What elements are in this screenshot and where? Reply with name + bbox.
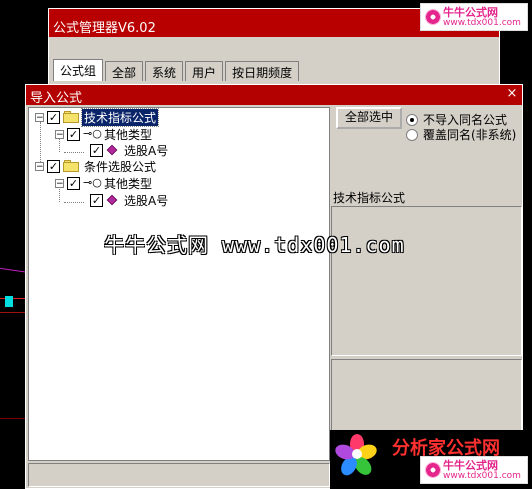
chart-grid-line <box>0 418 26 419</box>
tree-node-label: 条件选股公式 <box>84 159 157 174</box>
chart-line-red-2 <box>0 312 26 313</box>
dialog-title: 导入公式 <box>26 85 522 106</box>
collapse-toggle[interactable]: − <box>55 178 64 188</box>
tab-all[interactable]: 全部 <box>105 61 144 81</box>
site-logo-bottom-small: 牛牛公式网 www.tdx001.com <box>420 456 528 484</box>
tab-user[interactable]: 用户 <box>185 61 224 81</box>
formula-diamond-icon <box>106 194 118 206</box>
checkbox[interactable]: ✓ <box>47 110 60 124</box>
tab-system[interactable]: 系统 <box>145 61 184 81</box>
folder-icon <box>63 111 79 123</box>
formula-manager-tabs: 公式组 全部 系统 用户 按日期频度 <box>53 59 301 81</box>
checkbox[interactable]: ✓ <box>67 176 80 190</box>
chart-line-red <box>0 298 26 299</box>
tree-node-other-type-2[interactable]: − ✓ ⊸○ 其他类型 <box>55 175 154 191</box>
radio-label: 覆盖同名(非系统) <box>423 128 517 142</box>
logo-bottom-url: www.tdx001.com <box>443 471 521 481</box>
chart-candle <box>5 296 13 307</box>
collapse-toggle[interactable]: − <box>35 161 44 171</box>
flower-icon <box>425 9 441 25</box>
tab-formula-group[interactable]: 公式组 <box>53 59 104 81</box>
tree-node-tech-indicator[interactable]: − ✓ 技术指标公式 <box>35 107 160 127</box>
tree-node-other-type[interactable]: − ✓ ⊸○ 其他类型 <box>55 126 154 142</box>
formula-diamond-icon <box>106 144 118 156</box>
radio-dot[interactable] <box>406 128 418 141</box>
formula-tree[interactable]: − ✓ 技术指标公式 − ✓ ⊸○ 其他类型 ✓ 选股A号 − ✓ 条件选股公式… <box>28 107 330 461</box>
watermark-text: 牛牛公式网 www.tdx001.com <box>104 233 405 257</box>
checkbox[interactable]: ✓ <box>47 159 60 173</box>
tree-node-label: 选股A号 <box>124 193 169 208</box>
checkbox[interactable]: ✓ <box>90 143 103 157</box>
key-icon: ⊸○ <box>83 176 102 189</box>
folder-icon <box>63 160 79 172</box>
tree-node-formula-a[interactable]: ✓ 选股A号 <box>87 142 170 158</box>
status-bar <box>28 463 330 487</box>
key-icon: ⊸○ <box>83 127 102 140</box>
tree-node-label: 其他类型 <box>104 176 153 191</box>
tree-node-label: 选股A号 <box>124 143 169 158</box>
logo-top-url: www.tdx001.com <box>443 18 521 28</box>
collapse-toggle[interactable]: − <box>55 129 64 139</box>
checkbox[interactable]: ✓ <box>67 127 80 141</box>
tree-node-label: 其他类型 <box>104 127 153 142</box>
site-logo-top: 牛牛公式网 www.tdx001.com <box>420 3 528 31</box>
import-formula-dialog: 导入公式 × − ✓ 技术指标公式 − ✓ ⊸○ 其他类型 ✓ 选股A号 − ✓ <box>25 84 523 489</box>
radio-dot[interactable] <box>406 113 418 126</box>
tree-node-condition-select[interactable]: − ✓ 条件选股公式 <box>35 158 158 174</box>
tree-node-label: 技术指标公式 <box>80 107 160 127</box>
flower-icon <box>425 462 441 478</box>
close-button[interactable]: × <box>504 87 520 102</box>
tree-node-formula-a-2[interactable]: ✓ 选股A号 <box>87 192 170 208</box>
collapse-toggle[interactable]: − <box>35 112 44 122</box>
tab-by-date-frequency[interactable]: 按日期频度 <box>225 61 300 81</box>
formula-name-label: 技术指标公式 <box>333 191 406 205</box>
checkbox[interactable]: ✓ <box>90 193 103 207</box>
select-all-button[interactable]: 全部选中 <box>336 107 402 129</box>
radio-overwrite[interactable]: 覆盖同名(非系统) <box>406 126 516 143</box>
